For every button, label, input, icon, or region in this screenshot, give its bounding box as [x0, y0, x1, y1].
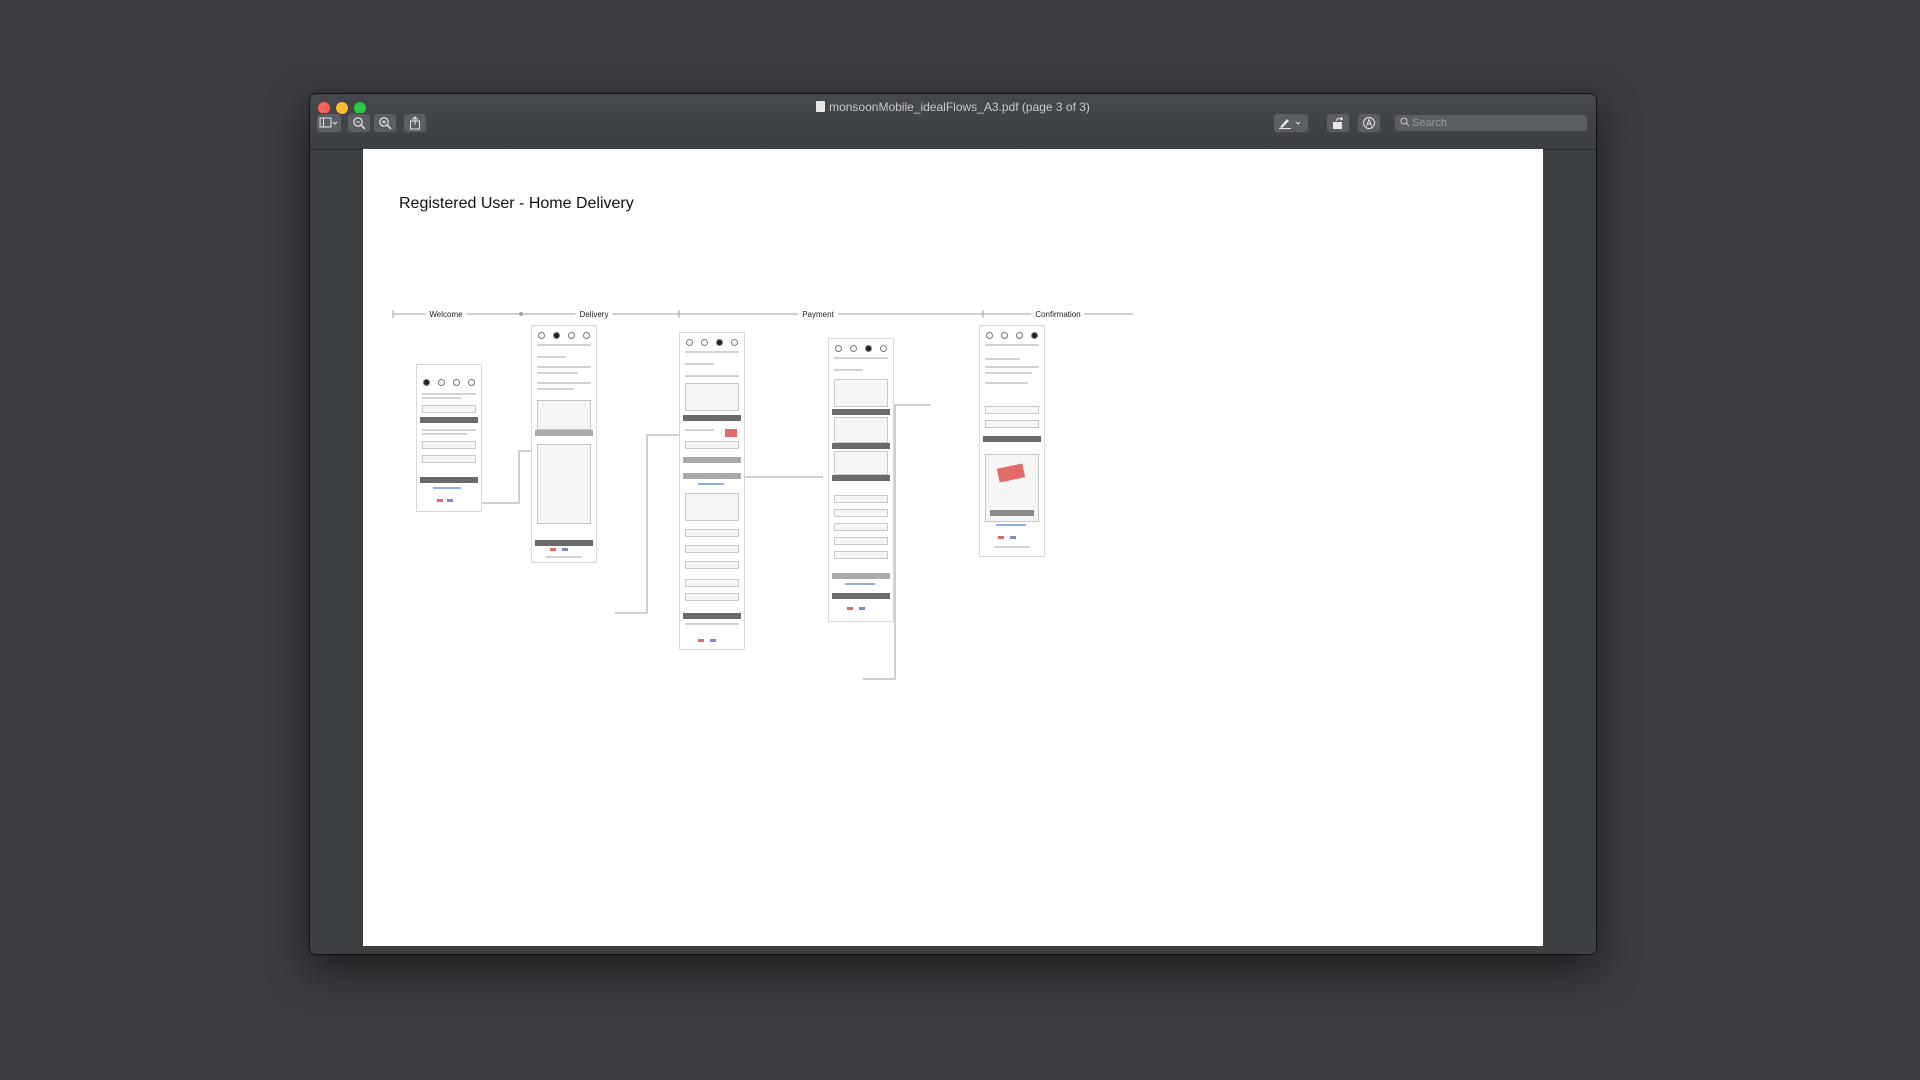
wireframe-welcome-screen: [416, 364, 482, 512]
search-input[interactable]: [1412, 114, 1582, 132]
search-icon: [1400, 117, 1410, 127]
zoom-out-icon: [353, 117, 366, 130]
pdf-page: Registered User - Home Delivery Welcome …: [363, 149, 1543, 946]
share-icon: [410, 116, 420, 130]
pdf-document-icon: [816, 101, 826, 112]
wireframe-confirmation-screen: [979, 325, 1045, 557]
preview-window: monsoonMobile_idealFlows_A3.pdf (page 3 …: [310, 94, 1596, 954]
annotate-icon: [1363, 117, 1375, 129]
stage-label-delivery: Delivery: [575, 310, 613, 319]
wireframe-delivery-screen: [531, 325, 597, 563]
title-bar: monsoonMobile_idealFlows_A3.pdf (page 3 …: [310, 94, 1596, 150]
zoom-out-button[interactable]: [347, 113, 371, 133]
window-title-text: monsoonMobile_idealFlows_A3.pdf (page 3 …: [829, 100, 1090, 114]
window-title: monsoonMobile_idealFlows_A3.pdf (page 3 …: [310, 99, 1596, 115]
annotate-button[interactable]: [1357, 113, 1381, 133]
sidebar-toggle-button[interactable]: [316, 113, 342, 133]
wireframe-payment-address-screen: [828, 338, 894, 622]
markup-pen-button[interactable]: [1273, 113, 1309, 133]
zoom-in-icon: [379, 117, 392, 130]
sidebar-toggle-icon: [319, 117, 338, 128]
stage-label-confirmation: Confirmation: [1031, 310, 1085, 319]
wireframe-payment-screen: [679, 332, 745, 650]
stage-label-payment: Payment: [798, 310, 838, 319]
pen-markup-icon: [1279, 119, 1301, 129]
search-field[interactable]: [1394, 114, 1588, 132]
rotate-icon: [1333, 116, 1344, 129]
rotate-button[interactable]: [1326, 113, 1350, 133]
share-button[interactable]: [403, 113, 427, 133]
stage-label-welcome: Welcome: [425, 310, 467, 319]
zoom-in-button[interactable]: [373, 113, 397, 133]
